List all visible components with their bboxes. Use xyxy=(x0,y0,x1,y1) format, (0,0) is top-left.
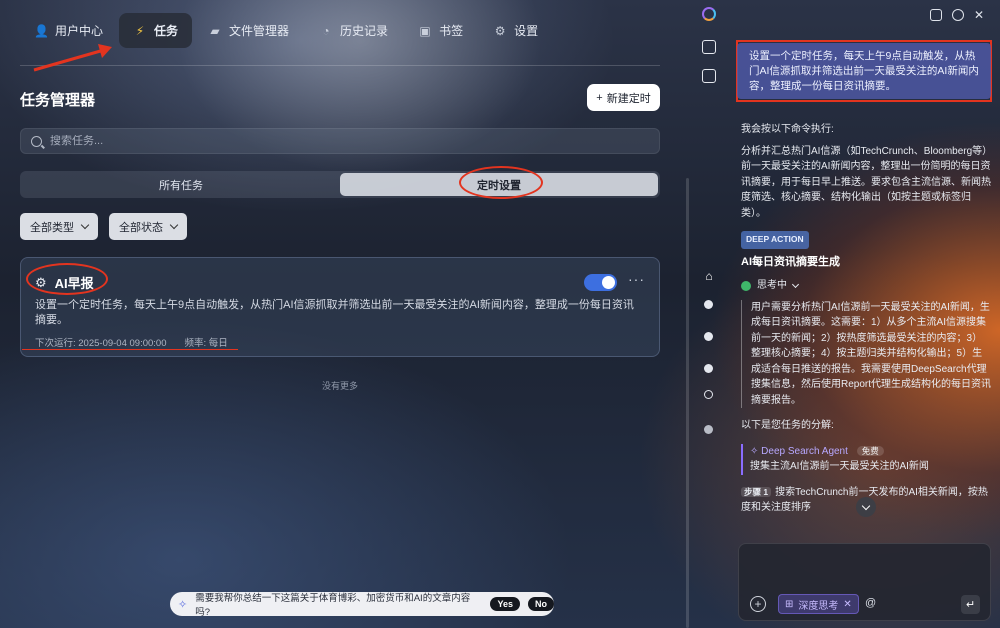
nav-label: 历史记录 xyxy=(340,24,389,38)
next-run: 下次运行: 2025-09-04 09:00:00 xyxy=(35,338,167,349)
close-icon[interactable]: ✕ xyxy=(843,599,851,610)
gear-icon: ⚙ xyxy=(494,23,506,38)
tab-all-tasks[interactable]: 所有任务 xyxy=(22,173,340,196)
command-text: 分析并汇总热门AI信源（如TechCrunch、Bloomberg等）前一天最受… xyxy=(741,145,991,219)
chat-toolbar: ✕ xyxy=(929,9,984,21)
agent-name: Deep Search Agent xyxy=(761,445,848,457)
status-filter-label: 全部状态 xyxy=(119,221,163,234)
clipboard-icon[interactable] xyxy=(702,40,716,54)
nav-history[interactable]: ◔ 历史记录 xyxy=(305,13,402,48)
scroll-down-button[interactable] xyxy=(856,497,876,517)
side-rail: ⌂ xyxy=(690,0,728,628)
assistant-response: 我会按以下命令执行: 分析并汇总热门AI信源（如TechCrunch、Bloom… xyxy=(741,122,991,516)
task-tabs: 所有任务 定时设置 xyxy=(20,171,660,198)
task-description: 设置一个定时任务，每天上午9点自动触发，从热门AI信源抓取并筛选出前一天最受关注… xyxy=(35,299,634,326)
chat-composer[interactable]: + ⊞ 深度思考 ✕ @ ↵ xyxy=(738,543,991,621)
task-card[interactable]: ⚙ AI早报 ··· 设置一个定时任务，每天上午9点自动触发，从热门AI信源抓取… xyxy=(20,257,660,357)
step-tag: 步骤 1 xyxy=(741,486,772,497)
search-input[interactable] xyxy=(50,135,610,147)
deep-think-chip[interactable]: ⊞ 深度思考 ✕ xyxy=(778,594,859,614)
agent-card[interactable]: ✧ Deep Search Agent 免费 搜集主流AI信源前一天最受关注的A… xyxy=(741,443,991,475)
chevron-down-icon xyxy=(80,220,90,230)
toggle-knob xyxy=(602,276,615,289)
thinking-header[interactable]: 思考中 xyxy=(741,278,991,294)
bookmark-icon: ▣ xyxy=(419,23,431,38)
task-card-header: ⚙ AI早报 xyxy=(35,273,94,292)
nav-label: 设置 xyxy=(514,24,539,38)
deep-action-badge: DEEP ACTION xyxy=(741,231,809,249)
chevron-down-icon xyxy=(861,501,871,510)
list-end-text: 没有更多 xyxy=(321,381,358,391)
action-title: AI每日资讯摘要生成 xyxy=(741,255,840,268)
page-title: 任务管理器 xyxy=(20,92,96,109)
task-title: AI早报 xyxy=(54,276,94,291)
annotation-arrow xyxy=(33,44,112,72)
scrollbar[interactable] xyxy=(686,178,689,628)
history-icon[interactable] xyxy=(951,9,964,21)
chevron-down-icon xyxy=(791,280,800,288)
gift-icon[interactable] xyxy=(702,69,716,83)
plus-icon: + xyxy=(596,91,603,104)
send-button[interactable]: ↵ xyxy=(961,595,980,614)
user-icon: 👤 xyxy=(34,23,49,38)
frequency: 频率: 每日 xyxy=(184,338,228,349)
agent-description: 搜集主流AI信源前一天最受关注的AI新闻 xyxy=(750,461,929,472)
new-chat-icon[interactable] xyxy=(929,9,942,21)
mention-button[interactable]: @ xyxy=(865,597,876,609)
home-icon[interactable]: ⌂ xyxy=(702,269,716,283)
new-schedule-label: 新建定时 xyxy=(606,92,651,105)
gear-icon: ⚙ xyxy=(35,274,47,290)
step-dot[interactable] xyxy=(704,300,713,309)
agent-header: ✧ Deep Search Agent 免费 xyxy=(750,444,991,460)
suggestion-bar: ✧ 需要我帮你总结一下这篇关于体育博彩、加密货币和AI的文章内容吗? Yes N… xyxy=(170,592,554,618)
step-dot[interactable] xyxy=(704,425,713,434)
sparkle-icon: ✧ xyxy=(178,598,188,611)
grid-icon: ⊞ xyxy=(785,598,794,610)
suggestion-text: 需要我帮你总结一下这篇关于体育博彩、加密货币和AI的文章内容吗? xyxy=(195,593,471,618)
type-filter-label: 全部类型 xyxy=(30,221,74,234)
deep-think-label: 深度思考 xyxy=(798,600,839,612)
step-dot[interactable] xyxy=(704,364,713,373)
nav-label: 任务 xyxy=(154,24,179,38)
status-filter-dropdown[interactable]: 全部状态 xyxy=(109,213,187,240)
task-search xyxy=(20,128,660,154)
close-icon[interactable]: ✕ xyxy=(974,9,984,21)
tab-scheduled[interactable]: 定时设置 xyxy=(340,173,658,196)
nav-settings[interactable]: ⚙ 设置 xyxy=(479,13,552,48)
new-schedule-button[interactable]: + 新建定时 xyxy=(587,84,660,111)
logo-ring-icon[interactable] xyxy=(702,7,716,21)
lightning-icon: ⚡ xyxy=(135,23,145,38)
user-message: 设置一个定时任务，每天上午9点自动触发，从热门AI信源抓取并筛选出前一天最受关注… xyxy=(737,43,991,99)
nav-tasks[interactable]: ⚡ 任务 xyxy=(119,13,193,48)
suggestion-yes-button[interactable]: Yes xyxy=(490,597,520,611)
clock-icon: ◔ xyxy=(322,23,330,38)
search-icon xyxy=(31,135,42,147)
nav-label: 文件管理器 xyxy=(229,24,290,38)
step-dot[interactable] xyxy=(704,332,713,341)
sparkle-icon: ✧ xyxy=(750,445,759,457)
task-meta: 下次运行: 2025-09-04 09:00:00 频率: 每日 xyxy=(35,335,228,349)
free-badge: 免费 xyxy=(856,445,884,456)
task-enabled-toggle[interactable] xyxy=(584,274,617,291)
nav-label: 书签 xyxy=(439,24,464,38)
check-icon xyxy=(741,280,751,291)
breakdown-text: 以下是您任务的分解: xyxy=(741,420,834,431)
thinking-text: 用户需要分析热门AI信源前一天最受关注的AI新闻，生成每日资讯摘要。这需要：1）… xyxy=(741,299,991,408)
add-attachment-button[interactable]: + xyxy=(750,596,766,612)
suggestion-no-button[interactable]: No xyxy=(528,597,554,611)
thinking-label: 思考中 xyxy=(757,280,787,291)
type-filter-dropdown[interactable]: 全部类型 xyxy=(20,213,98,240)
nav-bookmarks[interactable]: ▣ 书签 xyxy=(404,13,477,48)
intro-text: 我会按以下命令执行: xyxy=(741,124,834,135)
folder-icon: ▰ xyxy=(210,23,220,38)
add-step-dot[interactable] xyxy=(704,390,713,399)
nav-label: 用户中心 xyxy=(55,24,104,38)
nav-file-manager[interactable]: ▰ 文件管理器 xyxy=(194,13,303,48)
chevron-down-icon xyxy=(169,220,179,230)
chat-panel: ✕ 设置一个定时任务，每天上午9点自动触发，从热门AI信源抓取并筛选出前一天最受… xyxy=(728,0,1000,628)
more-options-icon[interactable]: ··· xyxy=(628,271,645,287)
task-pane: 👤 用户中心 ⚡ 任务 ▰ 文件管理器 ◔ 历史记录 ▣ 书签 ⚙ 设置 任务管… xyxy=(0,0,680,628)
